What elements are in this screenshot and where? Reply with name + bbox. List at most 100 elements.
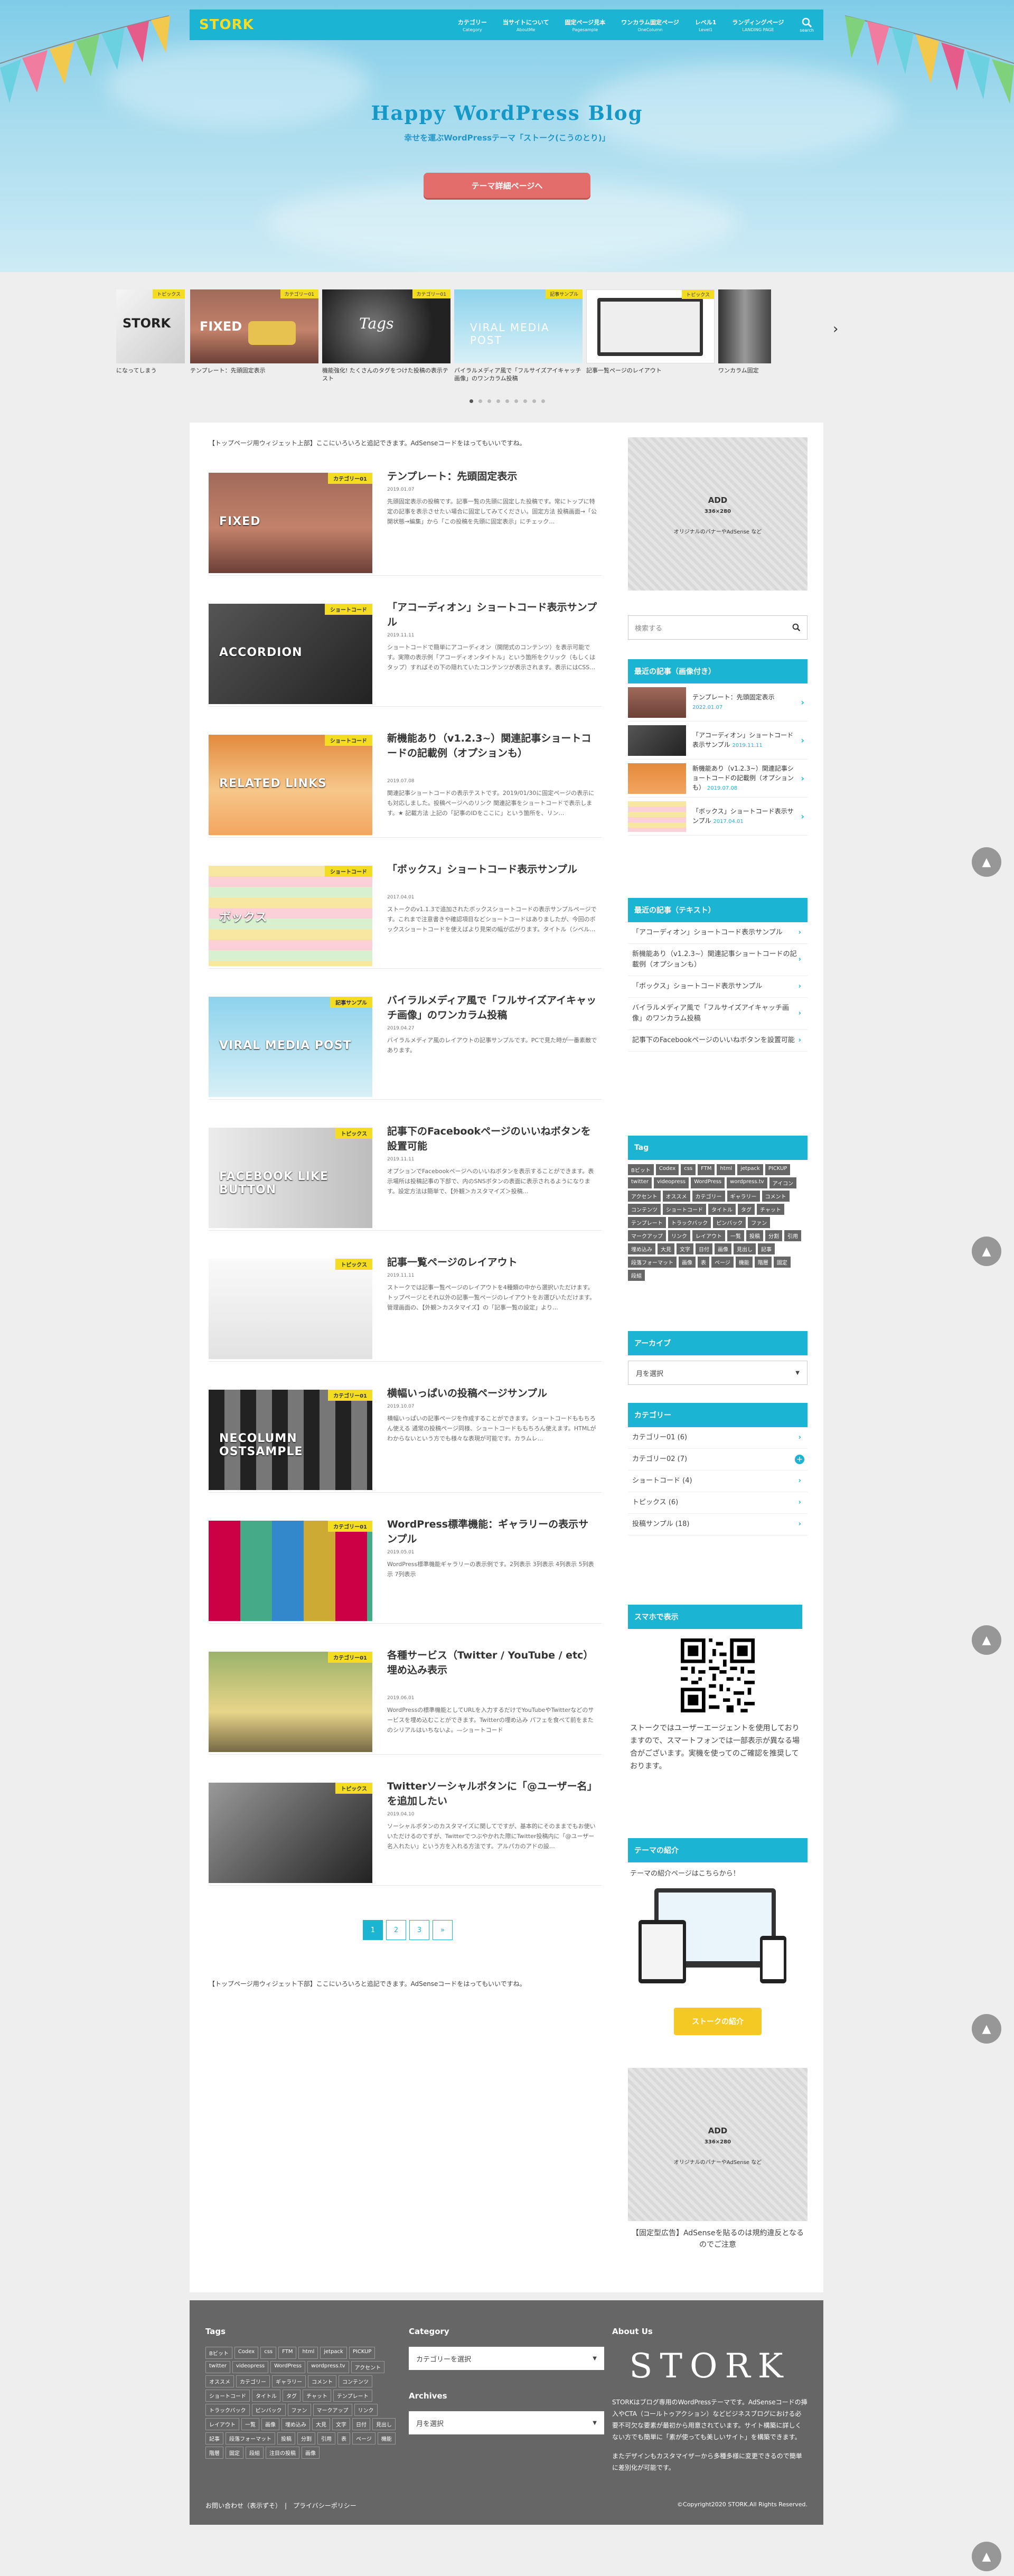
- tag-link[interactable]: 画像: [715, 1243, 731, 1254]
- tag-link[interactable]: アクセント: [628, 1191, 661, 1202]
- site-logo[interactable]: STORK: [199, 17, 254, 33]
- tag-link[interactable]: 文字: [677, 1243, 693, 1254]
- footer-tag-link[interactable]: 画像: [302, 2447, 320, 2459]
- tag-link[interactable]: 固定: [773, 1257, 791, 1268]
- footer-tag-link[interactable]: jetpack: [320, 2347, 347, 2359]
- footer-tag-link[interactable]: マークアップ: [313, 2404, 352, 2416]
- footer-tag-link[interactable]: 分割: [297, 2432, 315, 2444]
- post-thumbnail[interactable]: VIRAL MEDIA POST 記事サンプル: [209, 997, 372, 1097]
- recent-post-item[interactable]: テンプレート：先頭固定表示 2022.01.07 ›: [628, 683, 808, 722]
- slider-dot[interactable]: [541, 399, 545, 403]
- archive-select[interactable]: 月を選択 ▼: [628, 1361, 808, 1385]
- post-title[interactable]: 記事下のFacebookページのいいねボタンを設置可能: [387, 1124, 598, 1154]
- category-item[interactable]: トピックス (6) ›: [628, 1492, 808, 1514]
- footer-category-select[interactable]: カテゴリーを選択 ▼: [409, 2347, 604, 2370]
- category-item[interactable]: ショートコード (4) ›: [628, 1470, 808, 1492]
- footer-tag-link[interactable]: Codex: [234, 2347, 259, 2359]
- footer-tag-link[interactable]: 機能: [377, 2432, 396, 2444]
- scroll-top-button[interactable]: ▲: [972, 1625, 1001, 1655]
- tag-link[interactable]: ギャラリー: [727, 1191, 760, 1202]
- recent-text-item[interactable]: 「アコーディオン」ショートコード表示サンプル ›: [628, 922, 808, 944]
- tag-link[interactable]: FTM: [698, 1164, 715, 1175]
- slider-dot[interactable]: [532, 399, 536, 403]
- tag-link[interactable]: 大見: [658, 1243, 674, 1254]
- footer-tag-link[interactable]: 日付: [352, 2418, 370, 2430]
- tag-link[interactable]: コメント: [762, 1191, 790, 1202]
- footer-tag-link[interactable]: html: [298, 2347, 318, 2359]
- slide-item[interactable]: FIXED カテゴリー01 テンプレート：先頭固定表示: [190, 289, 318, 379]
- tag-link[interactable]: ファン: [748, 1217, 771, 1228]
- tag-link[interactable]: 見出し: [734, 1243, 756, 1254]
- post-card[interactable]: ボックス ショートコード 「ボックス」ショートコード表示サンプル 2017.04…: [209, 853, 602, 969]
- footer-tag-link[interactable]: twitter: [205, 2361, 230, 2373]
- slide-item[interactable]: Tags カテゴリー01 機能強化! たくさんのタグをつけた投稿の表示テスト: [322, 289, 450, 382]
- footer-tag-link[interactable]: リンク: [354, 2404, 378, 2416]
- page-2[interactable]: 2: [386, 1920, 406, 1940]
- tag-link[interactable]: 表: [698, 1257, 709, 1268]
- tag-link[interactable]: 投稿: [746, 1230, 763, 1241]
- footer-tag-link[interactable]: レイアウト: [205, 2418, 239, 2430]
- tag-link[interactable]: PICKUP: [765, 1164, 791, 1175]
- footer-tag-link[interactable]: ファン: [287, 2404, 311, 2416]
- slide-item[interactable]: トピックス 記事一覧ページのレイアウト: [586, 289, 715, 379]
- tag-link[interactable]: リンク: [668, 1230, 690, 1241]
- scroll-top-button[interactable]: ▲: [972, 847, 1001, 877]
- post-title[interactable]: 新機能あり（v1.2.3~）関連記事ショートコードの記載例（オプションも）: [387, 731, 598, 761]
- theme-intro-button[interactable]: ストークの紹介: [674, 2008, 762, 2035]
- post-card[interactable]: FACEBOOK LIKE BUTTON トピックス 記事下のFacebookペ…: [209, 1114, 602, 1231]
- footer-tag-link[interactable]: wordpress.tv: [307, 2361, 349, 2373]
- recent-post-item[interactable]: 「ボックス」ショートコード表示サンプル 2017.04.01 ›: [628, 798, 808, 836]
- post-title[interactable]: 記事一覧ページのレイアウト: [387, 1255, 598, 1270]
- tag-link[interactable]: 日付: [696, 1243, 712, 1254]
- recent-text-item[interactable]: 新機能あり（v1.2.3~）関連記事ショートコードの記載例（オプションも） ›: [628, 944, 808, 976]
- scroll-top-button[interactable]: ▲: [972, 1237, 1001, 1266]
- footer-tag-link[interactable]: 画像: [261, 2418, 279, 2430]
- tag-link[interactable]: トラックバック: [668, 1217, 711, 1228]
- slider-dot[interactable]: [523, 399, 527, 403]
- tag-link[interactable]: マークアップ: [628, 1230, 666, 1241]
- footer-tag-link[interactable]: 段落フォーマット: [226, 2432, 275, 2444]
- tag-link[interactable]: 画像: [679, 1257, 696, 1268]
- tag-link[interactable]: ショートコード: [663, 1204, 706, 1215]
- post-title[interactable]: Twitterソーシャルボタンに「@ユーザー名」を追加したい: [387, 1779, 598, 1809]
- slider-dot[interactable]: [496, 399, 500, 403]
- tag-link[interactable]: css: [681, 1164, 696, 1175]
- search-icon[interactable]: [792, 623, 801, 632]
- tag-link[interactable]: 段落フォーマット: [628, 1257, 677, 1268]
- tag-link[interactable]: Codex: [655, 1164, 679, 1175]
- recent-post-item[interactable]: 「アコーディオン」ショートコード表示サンプル 2019.11.11 ›: [628, 722, 808, 760]
- recent-post-item[interactable]: 新機能あり（v1.2.3~）関連記事ショートコードの記載例（オプションも） 20…: [628, 760, 808, 798]
- footer-tag-link[interactable]: オススメ: [205, 2375, 234, 2387]
- footer-tag-link[interactable]: 見出し: [372, 2418, 396, 2430]
- post-thumbnail[interactable]: カテゴリー01: [209, 1652, 372, 1752]
- tag-link[interactable]: 階層: [754, 1257, 772, 1268]
- post-card[interactable]: カテゴリー01 各種サービス（Twitter / YouTube / etc）埋…: [209, 1638, 602, 1755]
- post-title[interactable]: 横幅いっぱいの投稿ページサンプル: [387, 1386, 598, 1401]
- post-title[interactable]: テンプレート：先頭固定表示: [387, 469, 598, 484]
- footer-tag-link[interactable]: 段組: [246, 2447, 264, 2459]
- theme-detail-button[interactable]: テーマ詳細ページへ: [424, 173, 590, 198]
- scroll-top-button[interactable]: ▲: [972, 2542, 1001, 2571]
- slider-dot[interactable]: [505, 399, 509, 403]
- footer-tag-link[interactable]: videopress: [232, 2361, 269, 2373]
- footer-tag-link[interactable]: 一覧: [241, 2418, 259, 2430]
- footer-tag-link[interactable]: 投稿: [277, 2432, 295, 2444]
- footer-tag-link[interactable]: タイトル: [252, 2390, 280, 2402]
- tag-link[interactable]: WordPress: [691, 1177, 725, 1188]
- footer-tag-link[interactable]: テンプレート: [333, 2390, 372, 2402]
- tag-link[interactable]: オススメ: [662, 1191, 690, 1202]
- category-item[interactable]: カテゴリー01 (6) ›: [628, 1427, 808, 1449]
- tag-link[interactable]: タイトル: [708, 1204, 736, 1215]
- tag-link[interactable]: videopress: [653, 1177, 689, 1188]
- category-item[interactable]: 投稿サンプル (18) ›: [628, 1514, 808, 1535]
- footer-tag-link[interactable]: Bビット: [205, 2347, 232, 2359]
- footer-tag-link[interactable]: コンテンツ: [339, 2375, 372, 2387]
- tag-link[interactable]: タグ: [738, 1204, 755, 1215]
- footer-tag-link[interactable]: チャット: [303, 2390, 331, 2402]
- page-1[interactable]: 1: [363, 1920, 383, 1940]
- tag-link[interactable]: 分割: [765, 1230, 782, 1241]
- post-thumbnail[interactable]: FACEBOOK LIKE BUTTON トピックス: [209, 1128, 372, 1228]
- category-item[interactable]: カテゴリー02 (7) +: [628, 1449, 808, 1470]
- footer-tag-link[interactable]: PICKUP: [349, 2347, 375, 2359]
- footer-tag-link[interactable]: 埋め込み: [281, 2418, 310, 2430]
